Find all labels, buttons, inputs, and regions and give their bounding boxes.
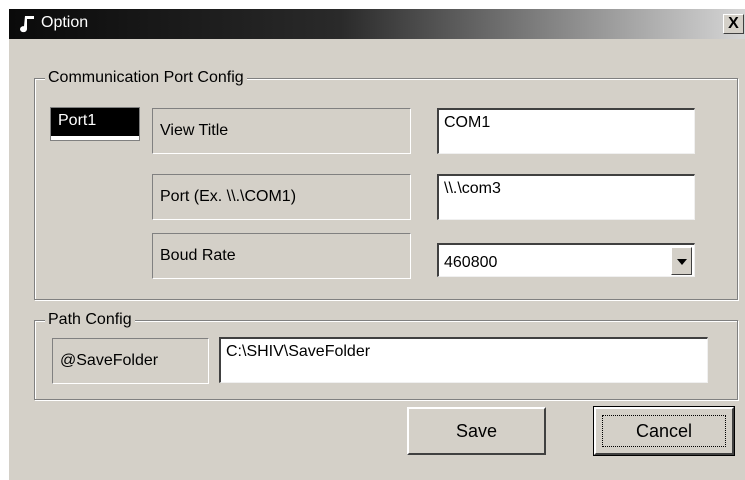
port-input[interactable]: \\.\com3 [437, 174, 695, 220]
option-dialog: Option X Communication Port Config Port1… [8, 8, 745, 480]
baud-rate-select[interactable]: 460800 [437, 243, 695, 277]
baud-rate-value: 460800 [444, 254, 498, 271]
baud-rate-label: Boud Rate [152, 233, 411, 279]
close-button[interactable]: X [723, 14, 744, 34]
view-title-label: View Title [152, 108, 411, 154]
view-title-input[interactable]: COM1 [437, 108, 695, 154]
music-note-icon [20, 16, 34, 33]
save-folder-input[interactable]: C:\SHIV\SaveFolder [219, 337, 708, 383]
title-bar[interactable]: Option X [9, 9, 745, 39]
group-label-communication: Communication Port Config [45, 68, 247, 88]
save-button[interactable]: Save [407, 407, 546, 455]
cancel-button[interactable]: Cancel [593, 406, 735, 456]
group-label-path: Path Config [45, 310, 135, 330]
cancel-button-label: Cancel [635, 421, 693, 441]
window-title: Option [41, 14, 89, 31]
port-label: Port (Ex. \\.\COM1) [152, 174, 411, 220]
port-tab[interactable]: Port1 [51, 108, 139, 140]
chevron-down-icon[interactable] [671, 247, 692, 275]
save-folder-label: @SaveFolder [52, 338, 209, 384]
